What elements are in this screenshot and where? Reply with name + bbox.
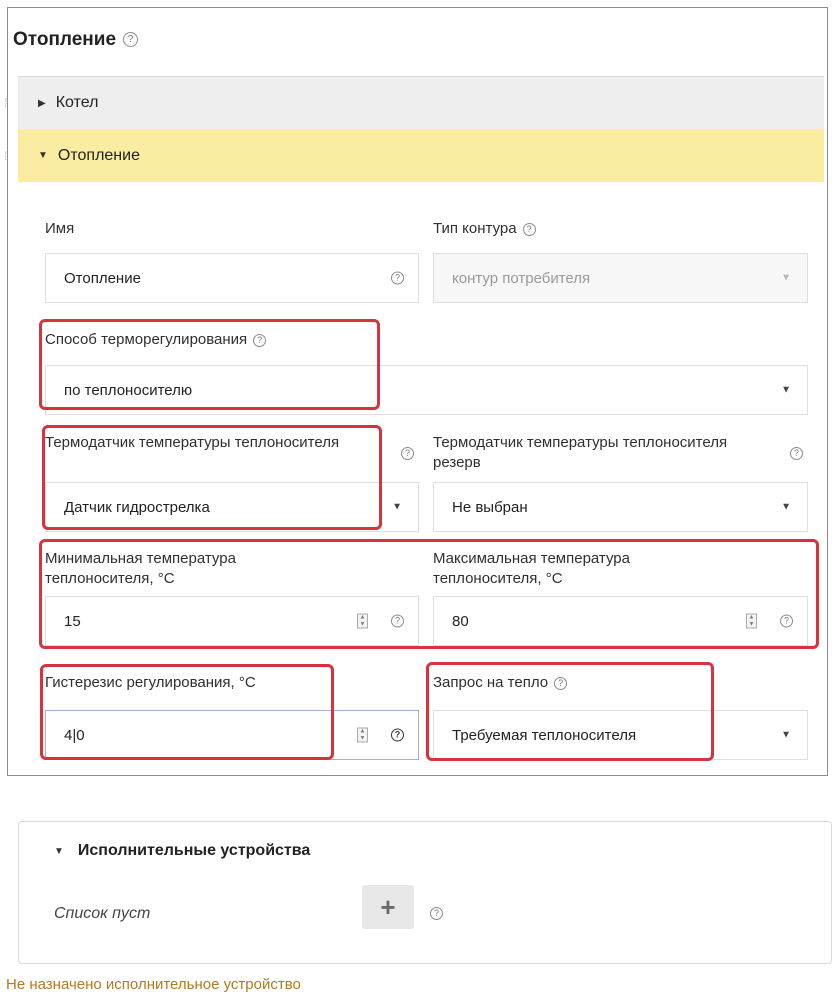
help-icon[interactable]: ? xyxy=(391,614,404,628)
help-icon[interactable]: ? xyxy=(253,333,267,347)
regulation-method-value: по теплоносителю xyxy=(64,381,193,399)
hysteresis-value: 4|0 xyxy=(64,726,85,744)
max-temp-label: Максимальная температура теплоносителя, … xyxy=(433,549,733,589)
min-temp-label-text: Минимальная температура теплоносителя, °… xyxy=(45,550,236,587)
devices-title-text: Исполнительные устройства xyxy=(77,842,311,859)
caret-down-icon: ▼ xyxy=(781,384,791,396)
coolant-sensor-label-text: Термодатчик температуры теплоносителя xyxy=(45,434,340,451)
devices-empty-text: Список пуст xyxy=(54,905,151,922)
help-icon[interactable]: ? xyxy=(554,676,568,690)
regulation-method-label: Способ терморегулирования? xyxy=(45,330,267,350)
coolant-sensor-reserve-label-text: Термодатчик температуры теплоносителя ре… xyxy=(433,434,728,471)
accordion-item-kotel[interactable]: ⁞ ▶ Котел xyxy=(4,76,824,129)
coolant-sensor-select[interactable]: Датчик гидрострелка ▼ xyxy=(45,482,419,532)
help-icon[interactable]: ? xyxy=(401,447,414,460)
help-icon[interactable]: ? xyxy=(790,447,803,460)
coolant-sensor-reserve-select[interactable]: Не выбран ▼ xyxy=(433,482,808,532)
page-title-text: Отопление xyxy=(13,29,117,50)
hysteresis-label-text: Гистерезис регулирования, °C xyxy=(45,674,256,691)
stepper-icon[interactable]: ▲ ▼ xyxy=(357,613,368,629)
min-temp-value: 15 xyxy=(64,612,81,630)
page-title: Отопление? xyxy=(13,29,139,51)
name-label: Имя xyxy=(45,219,74,239)
caret-down-icon: ▼ xyxy=(392,501,402,513)
devices-section-title[interactable]: ▼ Исполнительные устройства xyxy=(54,842,310,860)
heat-request-label: Запрос на тепло? xyxy=(433,673,568,693)
min-temp-label: Минимальная температура теплоносителя, °… xyxy=(45,549,345,589)
drag-handle-icon[interactable]: ⁞ xyxy=(4,149,7,163)
help-icon[interactable]: ? xyxy=(123,32,139,48)
circuit-type-select: контур потребителя ▼ xyxy=(433,253,808,303)
caret-down-icon: ▼ xyxy=(54,845,64,857)
caret-down-icon: ▼ xyxy=(781,272,791,284)
max-temp-value: 80 xyxy=(452,612,469,630)
heat-request-label-text: Запрос на тепло xyxy=(433,674,549,691)
caret-right-icon: ▶ xyxy=(38,97,46,109)
caret-down-icon: ▼ xyxy=(38,150,48,161)
accordion-label-heating: Отопление xyxy=(57,146,140,164)
coolant-sensor-label: Термодатчик температуры теплоносителя xyxy=(45,433,345,453)
help-icon[interactable]: ? xyxy=(391,271,404,285)
min-temp-input[interactable]: 15 ▲ ▼ ? xyxy=(45,596,419,646)
name-value: Отопление xyxy=(64,269,141,287)
coolant-sensor-value: Датчик гидрострелка xyxy=(64,498,210,516)
circuit-type-label: Тип контура? xyxy=(433,219,536,239)
max-temp-label-text: Максимальная температура теплоносителя, … xyxy=(433,550,630,587)
help-icon[interactable]: ? xyxy=(391,728,404,742)
help-icon[interactable]: ? xyxy=(522,222,536,236)
regulation-method-label-text: Способ терморегулирования xyxy=(45,331,248,348)
stepper-icon[interactable]: ▲ ▼ xyxy=(746,613,757,629)
accordion-label-kotel: Котел xyxy=(55,94,99,111)
devices-warning-text: Не назначено исполнительное устройство xyxy=(6,976,301,993)
accordion-item-heating[interactable]: ⁞ ▼ Отопление xyxy=(4,129,824,182)
name-input[interactable]: Отопление ? xyxy=(45,253,419,303)
hysteresis-input[interactable]: 4|0 ▲ ▼ ? xyxy=(45,710,419,760)
coolant-sensor-reserve-value: Не выбран xyxy=(452,498,528,516)
help-icon[interactable]: ? xyxy=(780,614,793,628)
add-device-button[interactable]: + xyxy=(362,885,414,929)
coolant-sensor-reserve-label: Термодатчик температуры теплоносителя ре… xyxy=(433,433,733,473)
max-temp-input[interactable]: 80 ▲ ▼ ? xyxy=(433,596,808,646)
circuit-type-label-text: Тип контура xyxy=(433,220,517,237)
name-label-text: Имя xyxy=(45,220,75,237)
heat-request-select[interactable]: Требуемая теплоносителя ▼ xyxy=(433,710,808,760)
caret-down-icon: ▼ xyxy=(781,729,791,741)
help-icon[interactable]: ? xyxy=(430,907,443,920)
drag-handle-icon[interactable]: ⁞ xyxy=(4,96,7,110)
hysteresis-label: Гистерезис регулирования, °C xyxy=(45,673,256,693)
stepper-icon[interactable]: ▲ ▼ xyxy=(357,727,368,743)
circuit-type-value: контур потребителя xyxy=(452,269,591,287)
regulation-method-select[interactable]: по теплоносителю ▼ xyxy=(45,365,808,415)
heat-request-value: Требуемая теплоносителя xyxy=(452,726,637,744)
caret-down-icon: ▼ xyxy=(781,501,791,513)
